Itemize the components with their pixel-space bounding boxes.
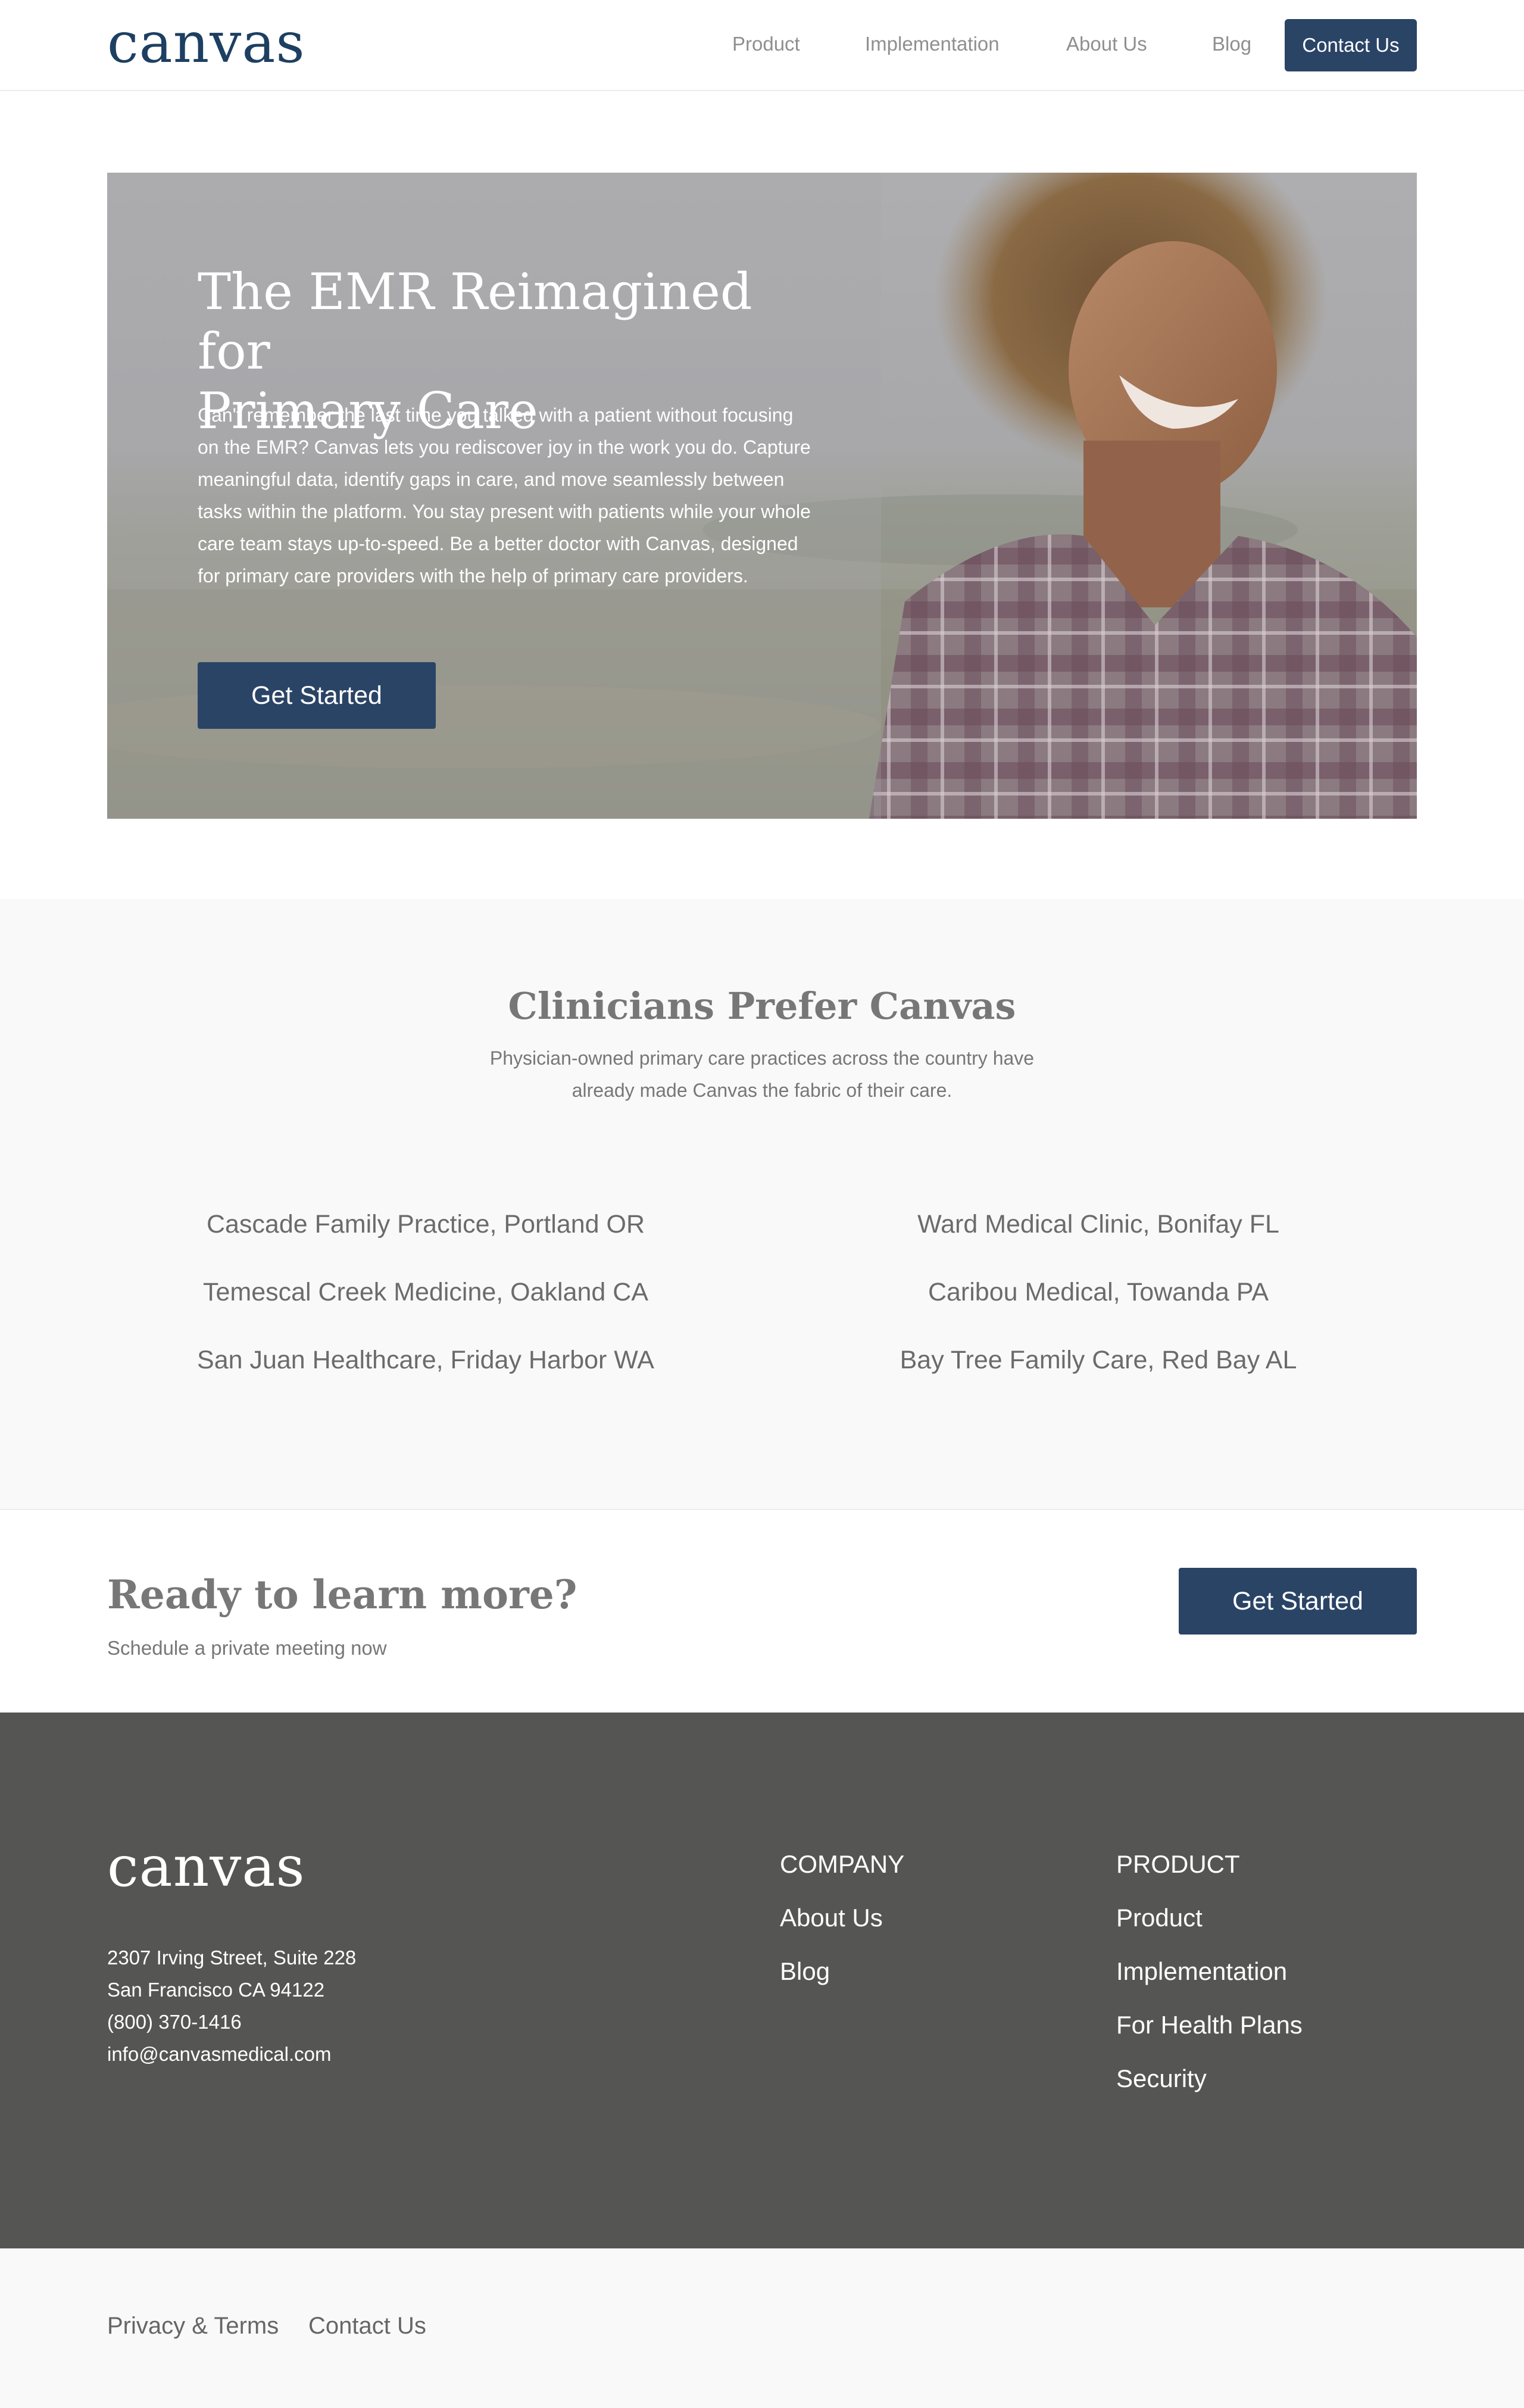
bottom-bar: Privacy & Terms Contact Us (0, 2248, 1524, 2408)
site-header: canvas Product Implementation About Us B… (0, 0, 1524, 91)
nav-product[interactable]: Product (732, 31, 800, 57)
nav-blog[interactable]: Blog (1212, 31, 1251, 57)
practice-item: Ward Medical Clinic, Bonifay FL (917, 1210, 1279, 1239)
contact-us-button[interactable]: Contact Us (1285, 19, 1417, 71)
address-line: San Francisco CA 94122 (107, 1979, 325, 2001)
footer-product-heading: PRODUCT (1116, 1850, 1240, 1878)
phone-number[interactable]: (800) 370-1416 (107, 2006, 356, 2038)
footer-logo[interactable]: canvas (107, 1835, 305, 1900)
clinicians-title: Clinicians Prefer Canvas (508, 984, 1016, 1028)
footer-address: 2307 Irving Street, Suite 228 San Franci… (107, 1942, 356, 2070)
practice-item: Bay Tree Family Care, Red Bay AL (900, 1346, 1297, 1374)
site-footer: canvas 2307 Irving Street, Suite 228 San… (0, 1713, 1524, 2248)
practice-item: Cascade Family Practice, Portland OR (206, 1210, 645, 1239)
footer-link-product[interactable]: Product (1116, 1900, 1203, 1936)
practice-item: Temescal Creek Medicine, Oakland CA (202, 1278, 649, 1306)
practice-item: Caribou Medical, Towanda PA (927, 1278, 1269, 1306)
cta-get-started-button[interactable]: Get Started (1179, 1568, 1417, 1635)
footer-company-heading: COMPANY (780, 1850, 905, 1878)
hero-title-line-1: The EMR Reimagined for (198, 263, 752, 380)
privacy-terms-link[interactable]: Privacy & Terms (107, 2308, 279, 2344)
clinicians-section: Clinicians Prefer Canvas Physician-owned… (0, 899, 1524, 1510)
clinicians-subtitle: Physician-owned primary care practices a… (464, 1042, 1060, 1106)
hero-get-started-button[interactable]: Get Started (198, 662, 436, 729)
address-line: 2307 Irving Street, Suite 228 (107, 1947, 357, 1969)
nav-implementation[interactable]: Implementation (865, 31, 1000, 57)
footer-link-blog[interactable]: Blog (780, 1954, 830, 1989)
cta-title: Ready to learn more? (107, 1571, 577, 1618)
canvas-logo[interactable]: canvas (107, 11, 305, 76)
hero-description: Can't remember the last time you talked … (198, 404, 811, 587)
cta-section: Ready to learn more? Schedule a private … (0, 1511, 1524, 1713)
nav-about-us[interactable]: About Us (1066, 31, 1147, 57)
footer-link-about-us[interactable]: About Us (780, 1900, 883, 1936)
hero-section: The EMR Reimagined for Primary Care Can'… (107, 173, 1417, 819)
footer-link-security[interactable]: Security (1116, 2061, 1207, 2097)
email-address[interactable]: info@canvasmedical.com (107, 2038, 356, 2070)
clinicians-subtitle-line-2: already made Canvas the fabric of their … (572, 1080, 952, 1101)
clinicians-subtitle-line-1: Physician-owned primary care practices a… (489, 1047, 1035, 1069)
cta-subtitle: Schedule a private meeting now (107, 1637, 387, 1659)
practice-item: San Juan Healthcare, Friday Harbor WA (197, 1346, 654, 1374)
footer-link-health-plans[interactable]: For Health Plans (1116, 2007, 1303, 2043)
footer-link-implementation[interactable]: Implementation (1116, 1954, 1287, 1989)
bottom-contact-us-link[interactable]: Contact Us (308, 2308, 426, 2344)
